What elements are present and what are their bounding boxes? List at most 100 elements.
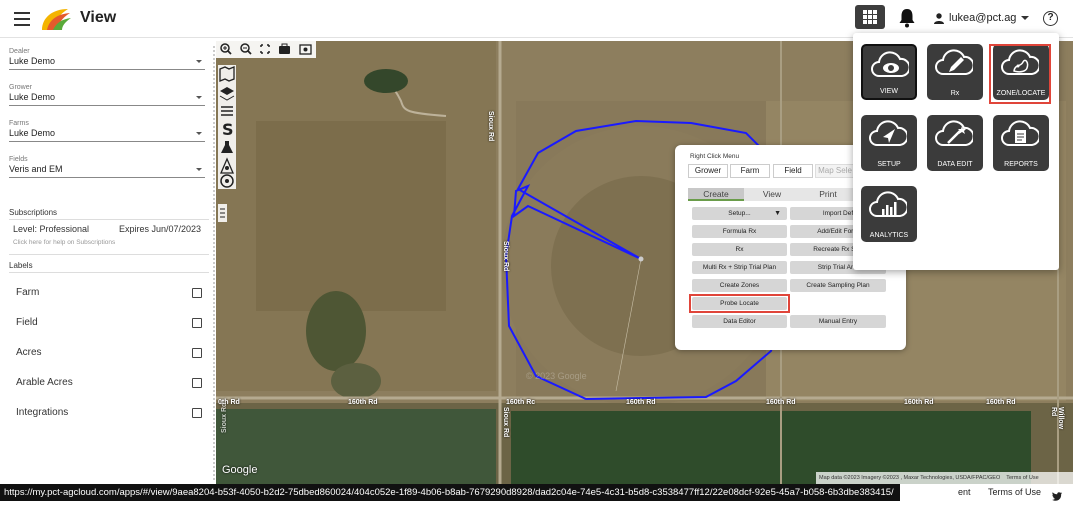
fields-label: Fields <box>9 156 28 163</box>
fields-value[interactable]: Veris and EM <box>9 164 205 178</box>
app-label: REPORTS <box>1004 161 1038 168</box>
label-name: Acres <box>16 347 42 358</box>
cloud-wand-icon <box>935 120 973 146</box>
divider <box>9 254 209 255</box>
apps-grid-icon <box>863 10 877 24</box>
cloud-pencil-icon <box>935 49 973 75</box>
multi-rx-strip-trial-button[interactable]: Multi Rx + Strip Trial Plan <box>692 261 787 274</box>
road-label: Sioux Rd <box>221 402 228 433</box>
road-label: Willow Rd <box>1050 407 1064 430</box>
label-row-arable-acres[interactable]: Arable Acres <box>16 377 202 388</box>
view-tab-view[interactable]: View <box>744 188 800 201</box>
twitter-icon[interactable] <box>1052 488 1062 506</box>
cloud-document-icon <box>1001 120 1039 146</box>
cloud-eye-icon <box>871 51 909 77</box>
subscription-expires: Expires Jun/07/2023 <box>119 224 202 234</box>
farms-select[interactable]: Farms Luke Demo <box>9 120 205 142</box>
label-name: Field <box>16 317 38 328</box>
app-reports[interactable]: REPORTS <box>993 115 1049 171</box>
field-checkbox[interactable] <box>192 317 202 328</box>
arable-acres-checkbox[interactable] <box>192 377 202 388</box>
user-email: lukea@pct.ag <box>949 12 1017 24</box>
road-label: 160th Rd <box>626 399 656 406</box>
grower-value[interactable]: Luke Demo <box>9 92 205 106</box>
map-watermark: © 2023 Google <box>526 371 587 381</box>
road-label: Sioux Rd <box>502 407 509 438</box>
acres-checkbox[interactable] <box>192 347 202 358</box>
view-tab-create[interactable]: Create <box>688 188 744 201</box>
scope-tab-grower[interactable]: Grower <box>688 164 728 178</box>
menu-title: Right Click Menu <box>690 153 740 160</box>
label-row-farm[interactable]: Farm <box>16 287 202 298</box>
formula-rx-button[interactable]: Formula Rx <box>692 225 787 238</box>
hamburger-menu-icon[interactable] <box>14 12 30 26</box>
label-name: Farm <box>16 287 40 298</box>
map-terms-link[interactable]: Terms of Use <box>1006 475 1038 481</box>
label-name: Arable Acres <box>16 377 73 388</box>
sidebar-resize-handle[interactable] <box>213 46 215 482</box>
panel-toggle-icon[interactable] <box>218 204 227 222</box>
subscription-level: Level: Professional <box>13 224 90 234</box>
map-layer-tools: S <box>218 65 236 189</box>
app-label: DATA EDIT <box>937 161 973 168</box>
scope-tab-map-selection[interactable]: Map Sele <box>815 164 855 178</box>
setup-dropdown-button[interactable]: Setup... ▼ <box>692 207 787 220</box>
svg-text:S: S <box>222 120 234 139</box>
app-rx[interactable]: Rx <box>927 44 983 100</box>
view-tab-print[interactable]: Print <box>800 188 856 201</box>
integrations-checkbox[interactable] <box>192 407 202 418</box>
map-attribution: Map data ©2023 Imagery ©2023 , Maxar Tec… <box>816 472 1073 484</box>
fullscreen-icon <box>260 44 270 54</box>
data-editor-button[interactable]: Data Editor <box>692 315 787 328</box>
farms-label: Farms <box>9 120 29 127</box>
dealer-value[interactable]: Luke Demo <box>9 56 205 70</box>
apps-grid-button[interactable] <box>855 5 885 29</box>
help-icon[interactable]: ? <box>1043 11 1058 26</box>
app-view[interactable]: VIEW <box>861 44 917 100</box>
road-label: 160th Rc <box>506 399 536 406</box>
label-name: Integrations <box>16 407 69 418</box>
dealer-select[interactable]: Dealer Luke Demo <box>9 48 205 70</box>
app-label: VIEW <box>880 88 898 95</box>
button-label: Setup... <box>728 210 751 217</box>
subscriptions-title: Subscriptions <box>9 208 58 217</box>
footer-overflow-text: ent <box>958 487 971 497</box>
attribution-text: Map data ©2023 Imagery ©2023 , Maxar Tec… <box>819 475 1001 481</box>
scope-tab-farm[interactable]: Farm <box>730 164 770 178</box>
list-icon <box>221 106 233 116</box>
caret-down-icon: ▼ <box>774 210 781 217</box>
user-menu[interactable]: lukea@pct.ag <box>934 12 1030 24</box>
road-label: Sioux Rd <box>487 111 494 142</box>
cloud-bar-chart-icon <box>869 191 907 217</box>
app-data-edit[interactable]: DATA EDIT <box>927 115 983 171</box>
app-logo <box>40 6 72 37</box>
chevron-down-icon <box>1021 15 1030 20</box>
create-sampling-plan-button[interactable]: Create Sampling Plan <box>790 279 886 292</box>
app-setup[interactable]: SETUP <box>861 115 917 171</box>
create-zones-button[interactable]: Create Zones <box>692 279 787 292</box>
app-label: ANALYTICS <box>869 232 909 239</box>
label-row-field[interactable]: Field <box>16 317 202 328</box>
notifications-bell-icon[interactable] <box>898 8 916 33</box>
compass-icon <box>220 174 234 188</box>
divider <box>9 219 209 220</box>
terms-of-use-link[interactable]: Terms of Use <box>988 487 1041 497</box>
app-analytics[interactable]: ANALYTICS <box>861 186 917 242</box>
google-logo: Google <box>222 464 258 476</box>
grower-select[interactable]: Grower Luke Demo <box>9 84 205 106</box>
rx-button[interactable]: Rx <box>692 243 787 256</box>
scope-tab-field[interactable]: Field <box>773 164 813 178</box>
divider <box>9 272 209 273</box>
s-icon: S <box>222 120 234 139</box>
flask-icon <box>221 141 233 153</box>
label-row-integrations[interactable]: Integrations <box>16 407 202 418</box>
label-row-acres[interactable]: Acres <box>16 347 202 358</box>
road-label: 160th Rd <box>904 399 934 406</box>
manual-entry-button[interactable]: Manual Entry <box>790 315 886 328</box>
farm-checkbox[interactable] <box>192 287 202 298</box>
apps-menu: VIEW Rx ZONE/LOCATE SETUP DATA EDIT REPO… <box>853 33 1059 270</box>
fields-select[interactable]: Fields Veris and EM <box>9 156 205 178</box>
farms-value[interactable]: Luke Demo <box>9 128 205 142</box>
page-title: View <box>80 9 117 26</box>
subscriptions-help-link[interactable]: Click here for help on Subscriptions <box>13 239 115 246</box>
